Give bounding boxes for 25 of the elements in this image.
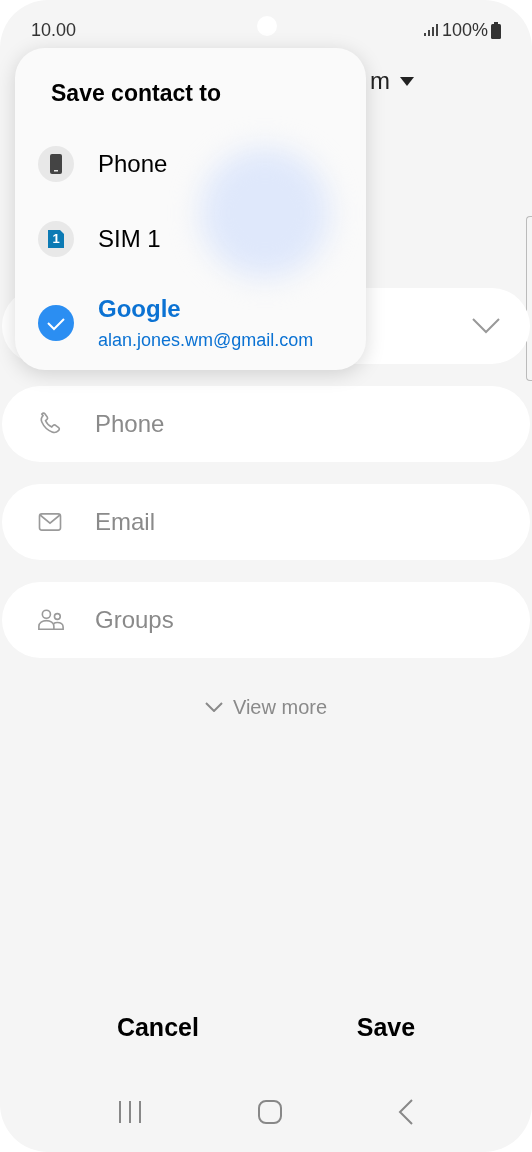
battery-percent: 100% <box>441 18 488 42</box>
signal-icon <box>422 23 439 37</box>
email-field[interactable]: Email <box>2 484 530 560</box>
groups-field[interactable]: Groups <box>2 582 530 658</box>
cancel-button[interactable]: Cancel <box>100 1000 215 1054</box>
dropdown-triangle-icon[interactable] <box>400 76 414 86</box>
back-icon[interactable] <box>398 1099 414 1125</box>
battery-icon <box>491 21 501 39</box>
chevron-down-icon <box>204 702 223 712</box>
storage-option[interactable]: Google alan.jones.wm@gmail.com <box>15 276 366 363</box>
option-account: alan.jones.wm@gmail.com <box>98 329 314 352</box>
option-label: SIM 1 <box>98 224 161 254</box>
popup-title: Save contact to <box>50 79 222 108</box>
storage-option[interactable]: 1 SIM 1 <box>15 201 366 277</box>
status-time: 10.00 <box>31 18 77 42</box>
chevron-down-icon <box>472 318 500 334</box>
home-icon[interactable] <box>258 1100 282 1124</box>
save-button[interactable]: Save <box>340 1000 432 1054</box>
sim-number: 1 <box>51 230 61 249</box>
storage-option[interactable]: Phone <box>15 126 366 202</box>
account-selector-label[interactable]: m <box>370 63 390 99</box>
phone-field[interactable]: Phone <box>2 386 530 462</box>
recent-apps-icon[interactable] <box>118 1100 142 1124</box>
option-label: Google <box>98 294 182 324</box>
option-label: Phone <box>98 149 168 179</box>
